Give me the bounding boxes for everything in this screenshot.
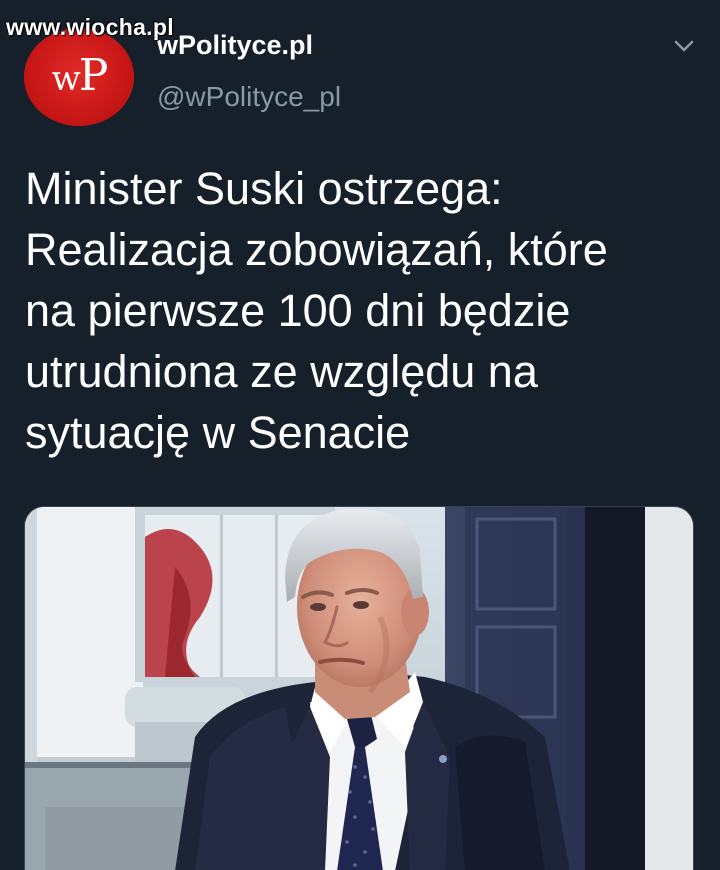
chevron-down-icon[interactable] <box>672 36 696 56</box>
avatar[interactable]: wP <box>24 28 134 126</box>
logo-letter-p: P <box>78 50 109 101</box>
wpolityce-logo: wP <box>24 54 134 101</box>
display-name[interactable]: wPolityce.pl <box>157 30 313 61</box>
tweet-text: Minister Suski ostrzega: Realizacja zobo… <box>25 163 608 458</box>
logo-letter-w: w <box>51 59 81 99</box>
site-watermark: www.wiocha.pl <box>6 14 174 40</box>
user-handle[interactable]: @wPolityce_pl <box>157 81 341 113</box>
photo-illustration <box>25 507 693 870</box>
tweet-photo[interactable] <box>24 506 694 870</box>
